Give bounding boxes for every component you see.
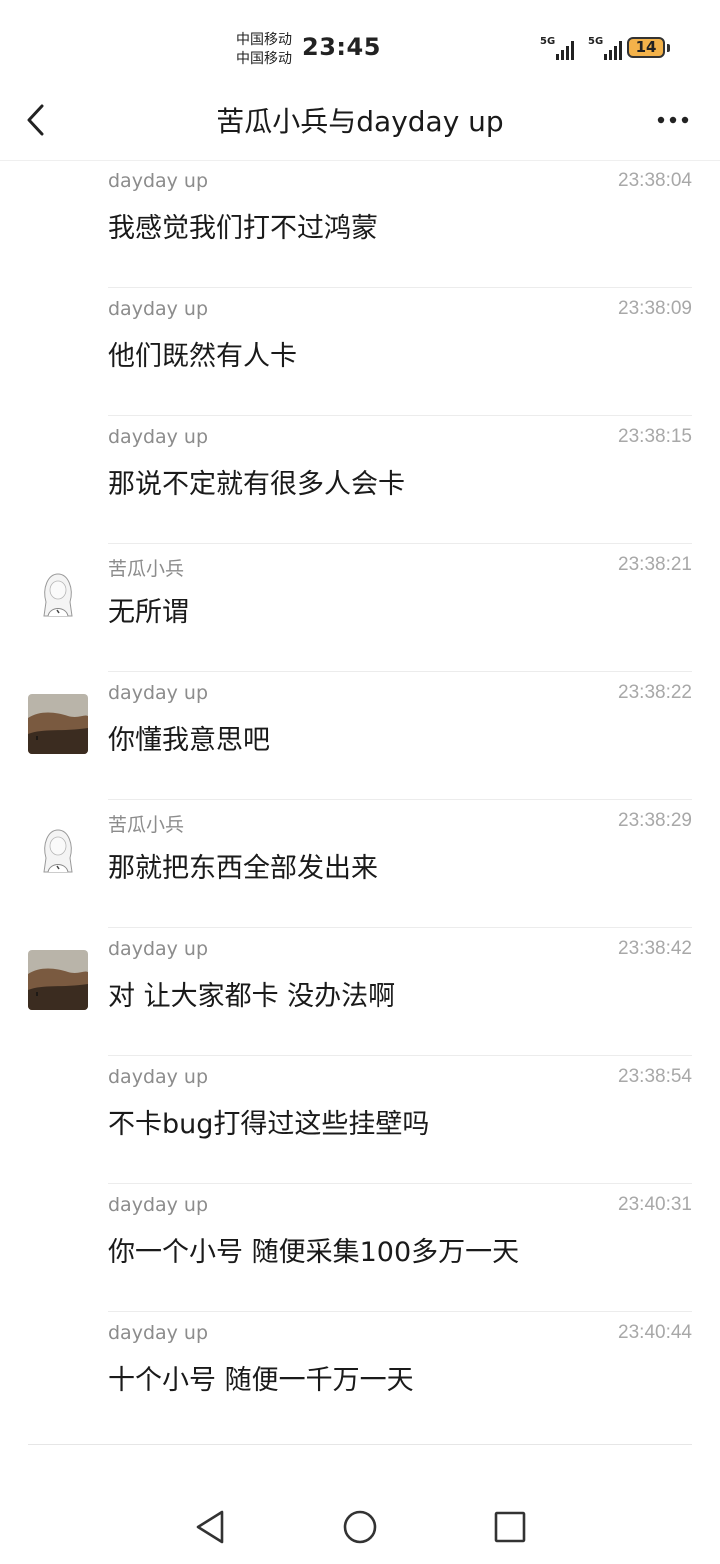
sender-name: dayday up xyxy=(108,170,209,192)
message-item[interactable]: dayday up 23:40:31 你一个小号 随便采集100多万一天 xyxy=(0,1184,720,1312)
sender-name: 苦瓜小兵 xyxy=(108,814,185,836)
message-item[interactable]: 苦瓜小兵 23:38:21 无所谓 xyxy=(0,544,720,672)
sender-name: dayday up xyxy=(108,938,209,960)
nav-back-button[interactable] xyxy=(186,1502,236,1552)
message-list[interactable]: dayday up 23:38:04 我感觉我们打不过鸿蒙 dayday up … xyxy=(0,160,720,1440)
more-dots-icon xyxy=(657,116,689,124)
message-text: 你一个小号 随便采集100多万一天 xyxy=(108,1237,520,1268)
signal-icon: 5G xyxy=(588,36,628,60)
triangle-back-icon xyxy=(196,1510,224,1544)
message-text: 他们既然有人卡 xyxy=(108,341,297,372)
avatar[interactable] xyxy=(28,566,88,626)
sketch-girl-avatar-icon xyxy=(28,822,88,882)
message-time: 23:40:31 xyxy=(618,1194,692,1215)
message-time: 23:38:54 xyxy=(618,1066,692,1087)
more-options-button[interactable] xyxy=(650,100,700,140)
message-item[interactable]: 苦瓜小兵 23:38:29 那就把东西全部发出来 xyxy=(0,800,720,928)
message-time: 23:38:42 xyxy=(618,938,692,959)
carrier-info: 中国移动 中国移动 xyxy=(236,31,292,69)
chevron-left-icon xyxy=(27,104,44,136)
divider xyxy=(28,1444,692,1445)
message-time: 23:40:44 xyxy=(618,1322,692,1343)
message-time: 23:38:04 xyxy=(618,170,692,191)
square-recents-icon xyxy=(494,1511,526,1543)
message-item[interactable]: dayday up 23:40:44 十个小号 随便一千万一天 xyxy=(0,1312,720,1440)
back-button[interactable] xyxy=(20,100,60,140)
network-type-1: 5G xyxy=(540,36,556,47)
battery-level: 14 xyxy=(635,38,657,56)
message-text: 那就把东西全部发出来 xyxy=(108,853,378,884)
sender-name: dayday up xyxy=(108,1194,209,1216)
landscape-avatar-icon xyxy=(28,950,88,1010)
message-item[interactable]: dayday up 23:38:09 他们既然有人卡 xyxy=(0,288,720,416)
message-item[interactable]: dayday up 23:38:54 不卡bug打得过这些挂壁吗 xyxy=(0,1056,720,1184)
landscape-avatar-icon xyxy=(28,694,88,754)
nav-recents-button[interactable] xyxy=(485,1502,535,1552)
avatar[interactable] xyxy=(28,694,88,754)
message-item[interactable]: dayday up 23:38:42 对 让大家都卡 没办法啊 xyxy=(0,928,720,1056)
carrier-2: 中国移动 xyxy=(236,51,292,67)
message-text: 不卡bug打得过这些挂壁吗 xyxy=(108,1109,430,1140)
nav-home-button[interactable] xyxy=(335,1502,385,1552)
chat-title: 苦瓜小兵与dayday up xyxy=(216,105,504,138)
sender-name: 苦瓜小兵 xyxy=(108,558,185,580)
message-time: 23:38:09 xyxy=(618,298,692,319)
sender-name: dayday up xyxy=(108,1322,209,1344)
message-time: 23:38:29 xyxy=(618,810,692,831)
status-clock: 23:45 xyxy=(302,33,381,61)
sketch-girl-avatar-icon xyxy=(28,566,88,626)
message-text: 你懂我意思吧 xyxy=(108,725,270,756)
network-type-2: 5G xyxy=(588,36,604,47)
avatar[interactable] xyxy=(28,822,88,882)
message-item[interactable]: dayday up 23:38:22 你懂我意思吧 xyxy=(0,672,720,800)
message-text: 我感觉我们打不过鸿蒙 xyxy=(108,213,378,244)
message-text: 对 让大家都卡 没办法啊 xyxy=(108,981,396,1012)
message-time: 23:38:22 xyxy=(618,682,692,703)
circle-home-icon xyxy=(343,1510,377,1544)
carrier-1: 中国移动 xyxy=(236,32,292,48)
sender-name: dayday up xyxy=(108,1066,209,1088)
chat-header: 苦瓜小兵与dayday up xyxy=(0,90,720,161)
sender-name: dayday up xyxy=(108,682,209,704)
signal-indicators: 5G 5G xyxy=(540,36,628,60)
message-text: 十个小号 随便一千万一天 xyxy=(108,1365,414,1396)
sender-name: dayday up xyxy=(108,426,209,448)
signal-icon: 5G xyxy=(540,36,580,60)
status-bar: 中国移动 中国移动 23:45 5G 5G 14 xyxy=(0,0,720,90)
message-time: 23:38:15 xyxy=(618,426,692,447)
message-item[interactable]: dayday up 23:38:04 我感觉我们打不过鸿蒙 xyxy=(0,160,720,288)
message-time: 23:38:21 xyxy=(618,554,692,575)
sender-name: dayday up xyxy=(108,298,209,320)
message-text: 那说不定就有很多人会卡 xyxy=(108,469,405,500)
message-text: 无所谓 xyxy=(108,597,189,628)
system-nav-bar xyxy=(0,1490,720,1564)
avatar[interactable] xyxy=(28,950,88,1010)
battery-icon: 14 xyxy=(627,37,670,58)
message-item[interactable]: dayday up 23:38:15 那说不定就有很多人会卡 xyxy=(0,416,720,544)
